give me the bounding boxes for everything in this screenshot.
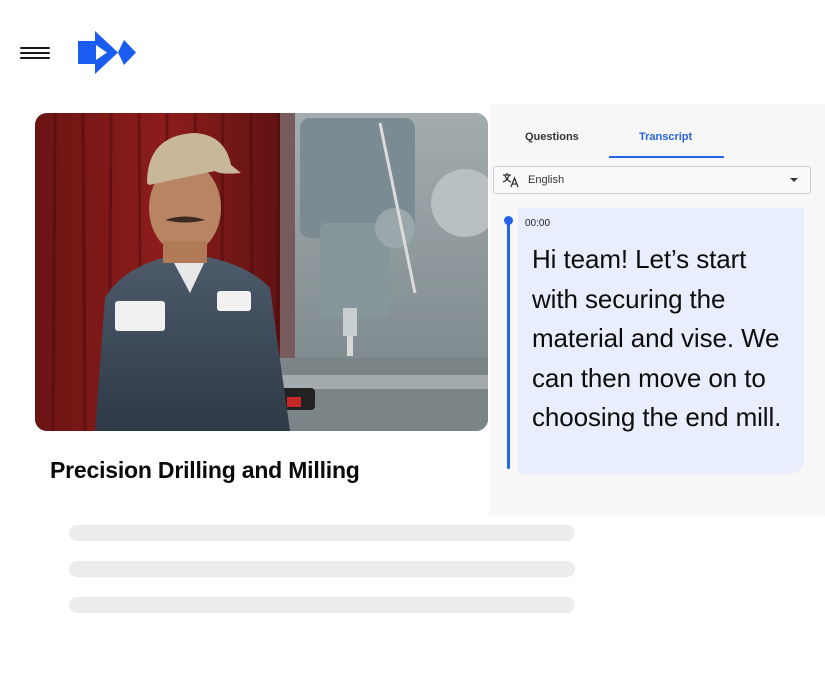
hamburger-icon-line (20, 52, 50, 54)
transcript-panel: Questions Transcript English 00:00 Hi te… (490, 104, 825, 516)
tab-questions[interactable]: Questions (525, 131, 579, 143)
hamburger-menu-button[interactable] (18, 42, 52, 64)
course-video-thumbnail[interactable] (35, 113, 488, 431)
panel-tabs: Questions Transcript (490, 104, 825, 158)
skeleton-line-placeholder (69, 525, 575, 541)
chevron-down-icon (790, 178, 798, 182)
active-tab-indicator (609, 156, 724, 158)
hamburger-icon-line (20, 47, 50, 49)
transcript-cue[interactable]: 00:00 Hi team! Let’s start with securing… (518, 208, 804, 474)
tab-transcript[interactable]: Transcript (639, 131, 692, 143)
skeleton-line-placeholder (69, 561, 575, 577)
play-logo-icon[interactable] (76, 28, 138, 78)
course-title: Precision Drilling and Milling (50, 457, 360, 483)
transcript-timeline-bar (507, 217, 510, 469)
translate-icon (502, 172, 519, 188)
hamburger-icon-line (20, 57, 50, 59)
skeleton-line-placeholder (69, 597, 575, 613)
cue-timestamp: 00:00 (525, 218, 551, 229)
cue-text: Hi team! Let’s start with securing the m… (532, 244, 782, 432)
language-selected-label: English (528, 174, 565, 186)
timeline-marker-dot (504, 216, 513, 225)
language-select[interactable]: English (493, 166, 811, 194)
